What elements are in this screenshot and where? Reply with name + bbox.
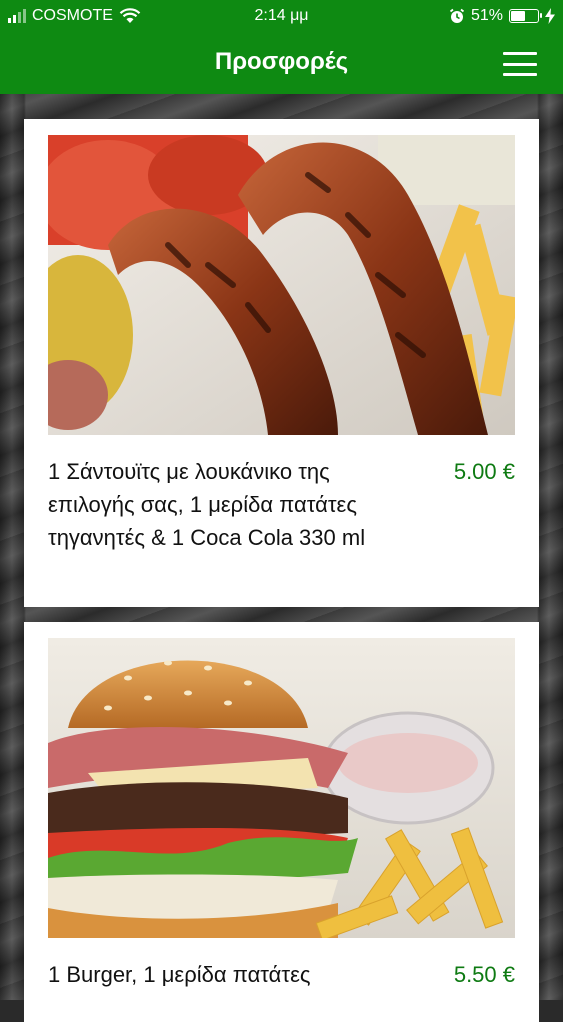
status-right: 51%: [449, 7, 555, 25]
hamburger-menu-icon[interactable]: [503, 52, 537, 76]
battery-icon: [509, 9, 542, 23]
offer-description: 1 Burger, 1 μερίδα πατάτες: [48, 962, 311, 987]
burger-with-fries-photo: [48, 638, 515, 938]
offer-price: 5.00 €: [453, 459, 515, 484]
page-title: Προσφορές: [214, 48, 349, 75]
alarm-icon: [449, 8, 465, 23]
battery-level: [511, 11, 526, 21]
offer-price: 5.50 €: [453, 962, 515, 987]
app-header: Προσφορές: [0, 34, 563, 94]
sausages-with-fries-photo: [48, 135, 515, 435]
offer-card[interactable]: 1 Burger, 1 μερίδα πατάτες 5.50 €: [24, 622, 539, 1022]
offer-card[interactable]: 1 Σάντουϊτς με λουκάνικο της επιλογής σα…: [24, 119, 539, 607]
offer-description: 1 Σάντουϊτς με λουκάνικο της επιλογής σα…: [48, 459, 366, 550]
battery-percent: 51%: [470, 7, 503, 24]
status-bar: COSMOTE 2:14 μμ 51%: [0, 0, 563, 34]
charging-bolt-icon: [545, 8, 555, 24]
